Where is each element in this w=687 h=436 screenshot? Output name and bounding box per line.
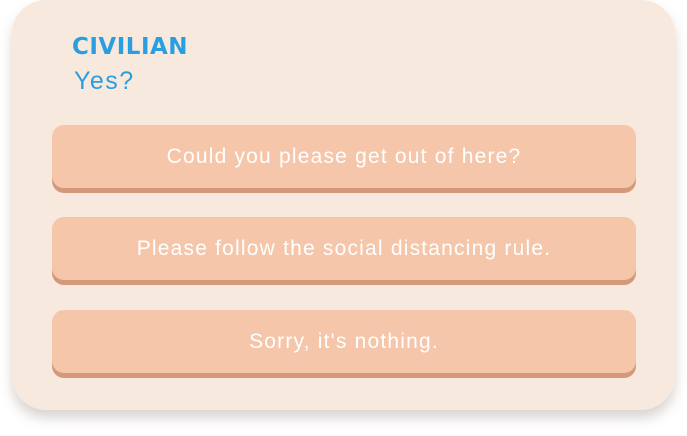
- speaker-name: CIVILIAN: [72, 34, 189, 60]
- dialogue-choice-label: Could you please get out of here?: [166, 144, 522, 168]
- dialogue-choice-label: Sorry, it's nothing.: [249, 329, 439, 353]
- dialogue-choice-label: Please follow the social distancing rule…: [136, 236, 552, 260]
- speaker-dialogue-line: Yes?: [74, 67, 135, 95]
- dialogue-choice-button-3[interactable]: Sorry, it's nothing.: [52, 310, 636, 373]
- dialogue-choice-button-1[interactable]: Could you please get out of here?: [52, 125, 636, 188]
- dialog-panel: CIVILIAN Yes? Could you please get out o…: [12, 0, 675, 410]
- dialogue-choice-button-2[interactable]: Please follow the social distancing rule…: [52, 217, 636, 280]
